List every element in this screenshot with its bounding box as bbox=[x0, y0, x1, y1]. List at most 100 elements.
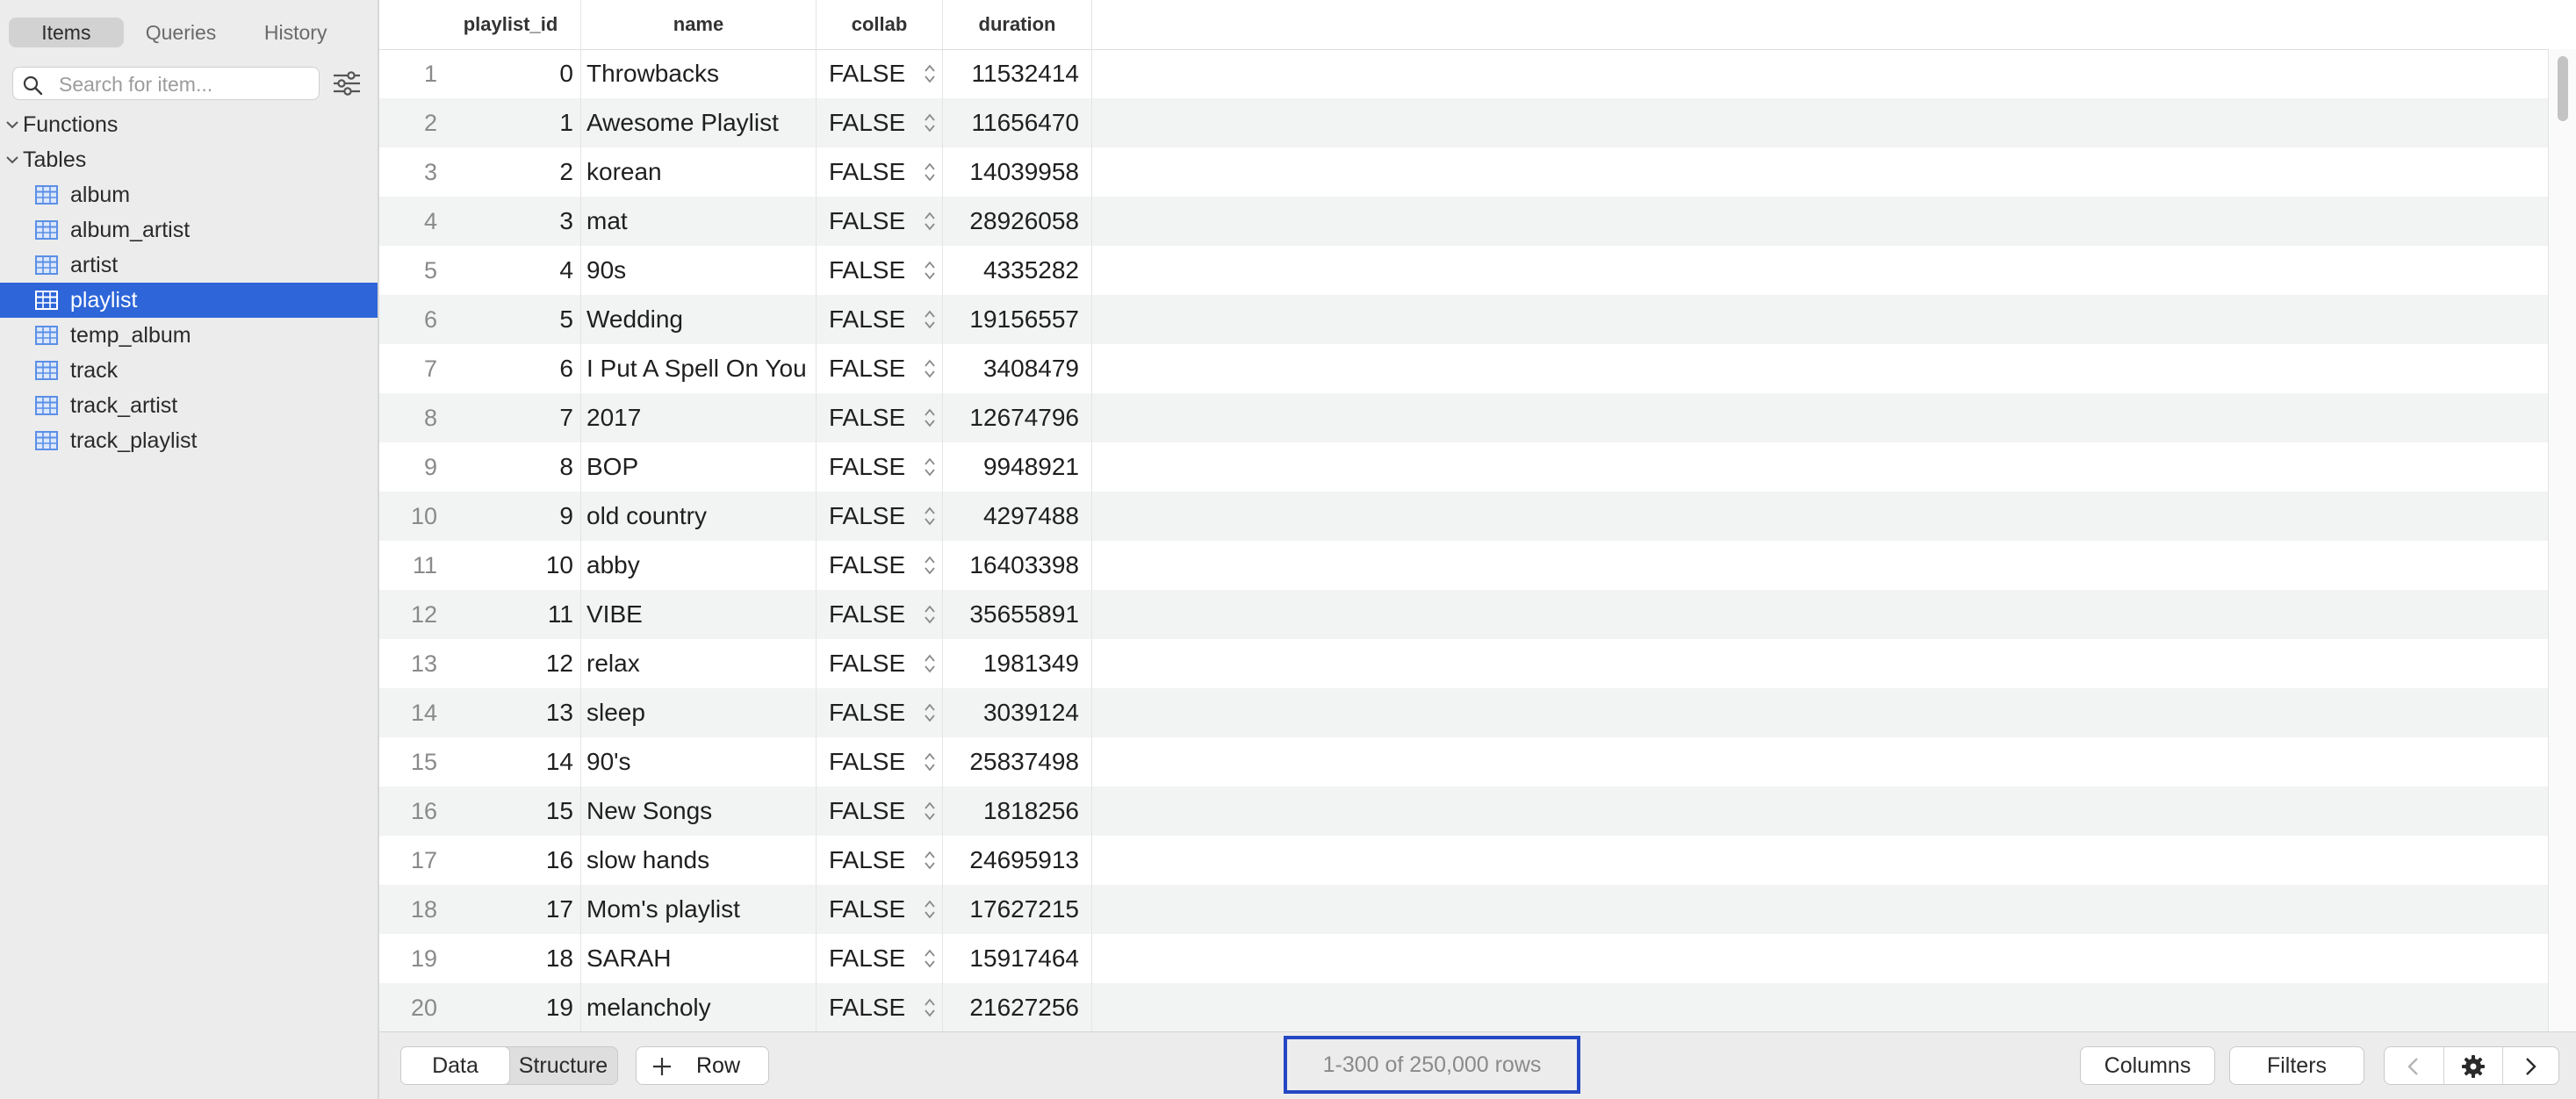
table-item-playlist[interactable]: playlist bbox=[0, 283, 378, 318]
cell-playlist-id[interactable]: 10 bbox=[441, 541, 581, 590]
table-row[interactable]: 17 16 slow hands FALSE 24695913 bbox=[379, 836, 2548, 885]
add-row-button[interactable]: Row bbox=[636, 1046, 769, 1085]
table-item-temp-album[interactable]: temp_album bbox=[0, 318, 378, 353]
up-down-stepper-icon[interactable] bbox=[924, 701, 936, 724]
up-down-stepper-icon[interactable] bbox=[924, 308, 936, 331]
cell-collab[interactable]: FALSE bbox=[817, 147, 943, 197]
table-row[interactable]: 2 1 Awesome Playlist FALSE 11656470 bbox=[379, 98, 2548, 147]
tab-history[interactable]: History bbox=[238, 18, 353, 47]
cell-duration[interactable]: 1981349 bbox=[943, 639, 1092, 688]
columns-button[interactable]: Columns bbox=[2080, 1046, 2215, 1085]
cell-playlist-id[interactable]: 4 bbox=[441, 246, 581, 295]
cell-duration[interactable]: 3408479 bbox=[943, 344, 1092, 393]
cell-playlist-id[interactable]: 3 bbox=[441, 197, 581, 246]
table-row[interactable]: 5 4 90s FALSE 4335282 bbox=[379, 246, 2548, 295]
up-down-stepper-icon[interactable] bbox=[924, 161, 936, 183]
cell-collab[interactable]: FALSE bbox=[817, 983, 943, 1031]
up-down-stepper-icon[interactable] bbox=[924, 947, 936, 970]
cell-name[interactable]: SARAH bbox=[581, 934, 817, 983]
cell-playlist-id[interactable]: 14 bbox=[441, 737, 581, 787]
tab-items[interactable]: Items bbox=[9, 18, 124, 47]
up-down-stepper-icon[interactable] bbox=[924, 259, 936, 282]
vertical-scrollbar[interactable] bbox=[2548, 49, 2576, 1031]
table-row[interactable]: 18 17 Mom's playlist FALSE 17627215 bbox=[379, 885, 2548, 934]
table-row[interactable]: 15 14 90's FALSE 25837498 bbox=[379, 737, 2548, 787]
cell-name[interactable]: old country bbox=[581, 492, 817, 541]
table-row[interactable]: 4 3 mat FALSE 28926058 bbox=[379, 197, 2548, 246]
table-item-track-artist[interactable]: track_artist bbox=[0, 388, 378, 423]
cell-collab[interactable]: FALSE bbox=[817, 639, 943, 688]
cell-collab[interactable]: FALSE bbox=[817, 688, 943, 737]
cell-collab[interactable]: FALSE bbox=[817, 344, 943, 393]
table-row[interactable]: 8 7 2017 FALSE 12674796 bbox=[379, 393, 2548, 442]
tab-structure[interactable]: Structure bbox=[509, 1047, 617, 1084]
table-row[interactable]: 76I Put A Spell On You FALSE 3408479 bbox=[379, 344, 2548, 393]
cell-name[interactable]: melancholy bbox=[581, 983, 817, 1031]
sliders-icon[interactable] bbox=[332, 70, 362, 97]
cell-collab[interactable]: FALSE bbox=[817, 836, 943, 885]
cell-duration[interactable]: 14039958 bbox=[943, 147, 1092, 197]
cell-name[interactable]: Mom's playlist bbox=[581, 885, 817, 934]
cell-collab[interactable]: FALSE bbox=[817, 98, 943, 147]
cell-name[interactable]: I Put A Spell On You bbox=[581, 344, 817, 393]
up-down-stepper-icon[interactable] bbox=[924, 505, 936, 528]
cell-collab[interactable]: FALSE bbox=[817, 541, 943, 590]
cell-collab[interactable]: FALSE bbox=[817, 787, 943, 836]
cell-duration[interactable]: 11656470 bbox=[943, 98, 1092, 147]
search-input[interactable] bbox=[57, 69, 315, 99]
cell-playlist-id[interactable]: 19 bbox=[441, 983, 581, 1031]
cell-playlist-id[interactable]: 5 bbox=[441, 295, 581, 344]
up-down-stepper-icon[interactable] bbox=[924, 898, 936, 921]
cell-collab[interactable]: FALSE bbox=[817, 492, 943, 541]
cell-duration[interactable]: 24695913 bbox=[943, 836, 1092, 885]
tree-group-tables[interactable]: Tables bbox=[0, 144, 378, 176]
cell-duration[interactable]: 11532414 bbox=[943, 49, 1092, 98]
cell-collab[interactable]: FALSE bbox=[817, 246, 943, 295]
table-row[interactable]: 11 10 abby FALSE 16403398 bbox=[379, 541, 2548, 590]
cell-duration[interactable]: 4335282 bbox=[943, 246, 1092, 295]
cell-playlist-id[interactable]: 9 bbox=[441, 492, 581, 541]
cell-name[interactable]: abby bbox=[581, 541, 817, 590]
cell-playlist-id[interactable]: 16 bbox=[441, 836, 581, 885]
up-down-stepper-icon[interactable] bbox=[924, 406, 936, 429]
cell-collab[interactable]: FALSE bbox=[817, 885, 943, 934]
table-row[interactable]: 13 12 relax FALSE 1981349 bbox=[379, 639, 2548, 688]
cell-duration[interactable]: 12674796 bbox=[943, 393, 1092, 442]
table-item-album-artist[interactable]: album_artist bbox=[0, 212, 378, 248]
cell-duration[interactable]: 25837498 bbox=[943, 737, 1092, 787]
up-down-stepper-icon[interactable] bbox=[924, 800, 936, 822]
cell-collab[interactable]: FALSE bbox=[817, 590, 943, 639]
cell-playlist-id[interactable]: 7 bbox=[441, 393, 581, 442]
tab-data[interactable]: Data bbox=[400, 1046, 510, 1085]
cell-duration[interactable]: 4297488 bbox=[943, 492, 1092, 541]
table-row[interactable]: 3 2 korean FALSE 14039958 bbox=[379, 147, 2548, 197]
up-down-stepper-icon[interactable] bbox=[924, 996, 936, 1019]
up-down-stepper-icon[interactable] bbox=[924, 603, 936, 626]
cell-name[interactable]: Throwbacks bbox=[581, 49, 817, 98]
cell-name[interactable]: Awesome Playlist bbox=[581, 98, 817, 147]
table-item-track[interactable]: track bbox=[0, 353, 378, 388]
up-down-stepper-icon[interactable] bbox=[924, 210, 936, 233]
cell-playlist-id[interactable]: 1 bbox=[441, 98, 581, 147]
cell-playlist-id[interactable]: 0 bbox=[441, 49, 581, 98]
cell-playlist-id[interactable]: 2 bbox=[441, 147, 581, 197]
cell-playlist-id[interactable]: 8 bbox=[441, 442, 581, 492]
table-row[interactable]: 14 13 sleep FALSE 3039124 bbox=[379, 688, 2548, 737]
cell-name[interactable]: sleep bbox=[581, 688, 817, 737]
cell-name[interactable]: 2017 bbox=[581, 393, 817, 442]
scrollbar-thumb[interactable] bbox=[2558, 56, 2568, 121]
up-down-stepper-icon[interactable] bbox=[924, 62, 936, 85]
cell-playlist-id[interactable]: 12 bbox=[441, 639, 581, 688]
up-down-stepper-icon[interactable] bbox=[924, 357, 936, 380]
cell-name[interactable]: korean bbox=[581, 147, 817, 197]
up-down-stepper-icon[interactable] bbox=[924, 554, 936, 577]
cell-playlist-id[interactable]: 11 bbox=[441, 590, 581, 639]
cell-playlist-id[interactable]: 15 bbox=[441, 787, 581, 836]
cell-playlist-id[interactable]: 6 bbox=[441, 344, 581, 393]
table-row[interactable]: 12 11 VIBE FALSE 35655891 bbox=[379, 590, 2548, 639]
cell-collab[interactable]: FALSE bbox=[817, 737, 943, 787]
next-page-button[interactable] bbox=[2501, 1047, 2559, 1084]
column-header-duration[interactable]: duration bbox=[943, 0, 1092, 49]
cell-name[interactable]: 90s bbox=[581, 246, 817, 295]
column-header-playlist-id[interactable]: playlist_id bbox=[441, 0, 581, 49]
